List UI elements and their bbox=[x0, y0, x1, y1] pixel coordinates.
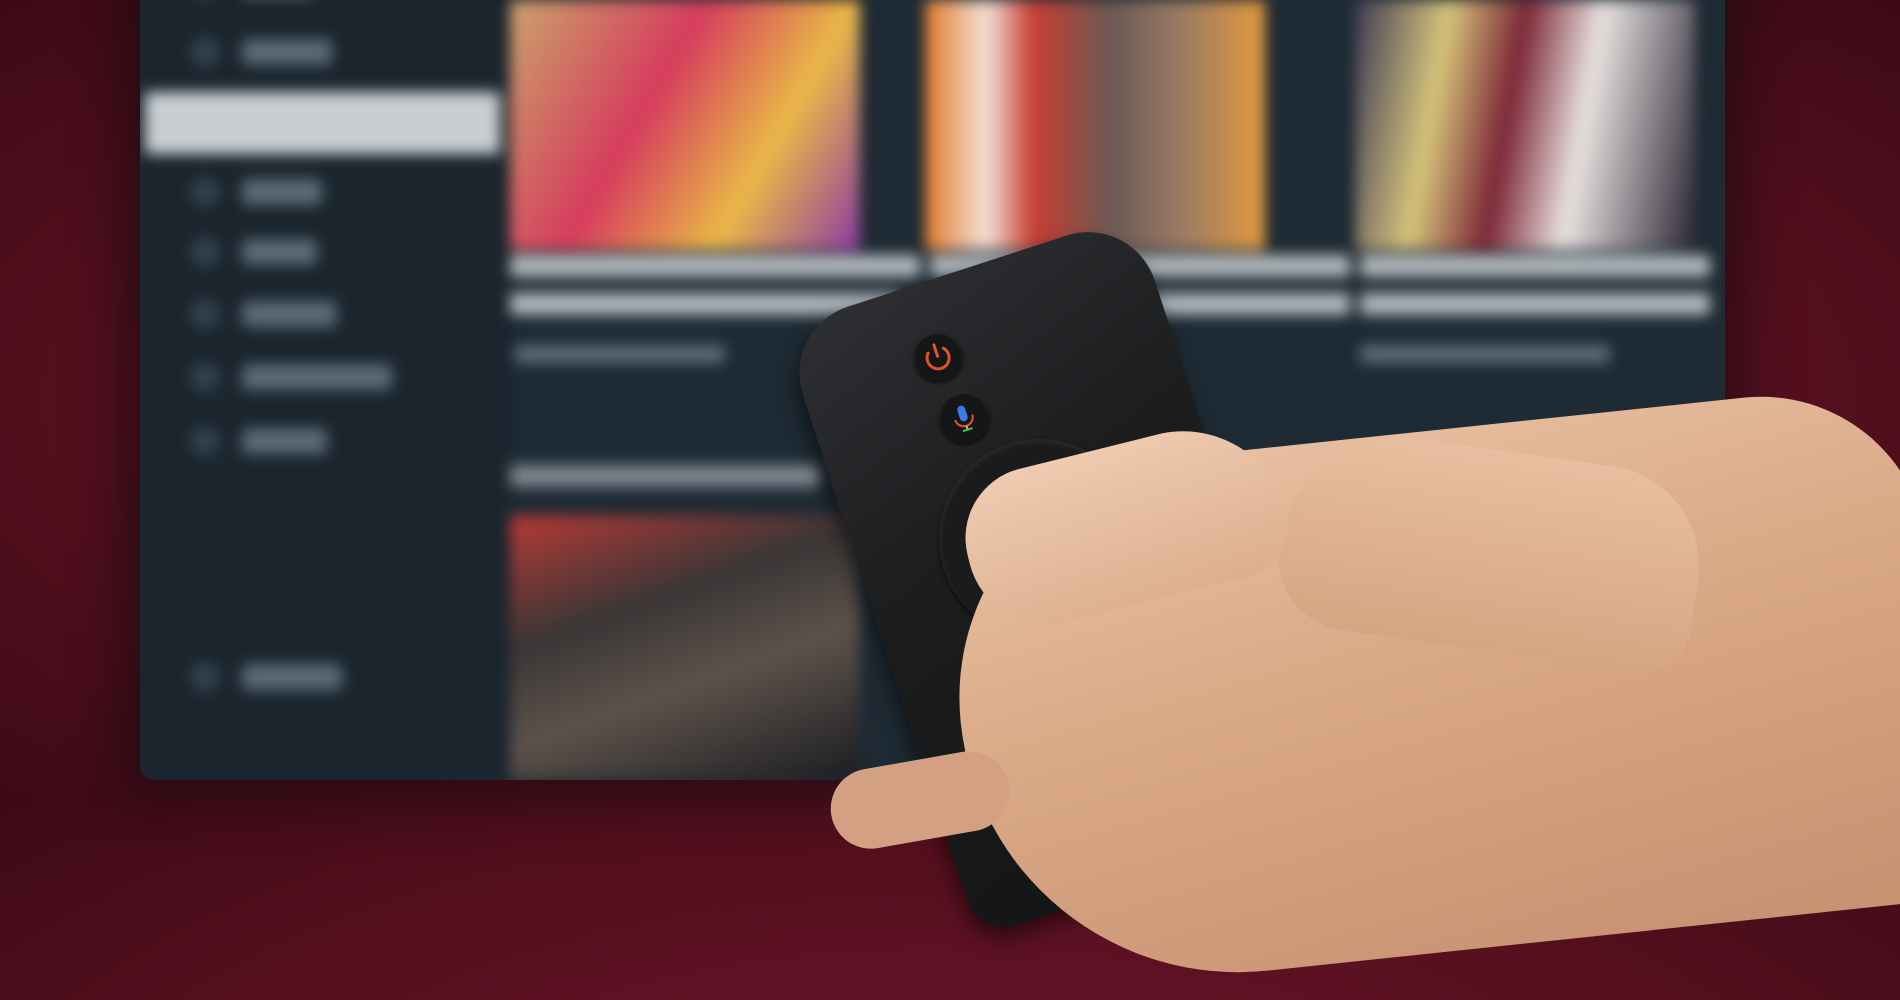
video-thumbnail bbox=[510, 515, 860, 780]
video-meta-line bbox=[1360, 345, 1610, 363]
video-title-line bbox=[1140, 293, 1350, 315]
video-title-line bbox=[510, 255, 920, 277]
video-title-line bbox=[1360, 255, 1710, 277]
video-thumbnail bbox=[925, 0, 1265, 250]
video-thumbnail bbox=[1355, 0, 1695, 250]
video-meta-line bbox=[515, 345, 725, 363]
microphone-icon bbox=[954, 405, 974, 433]
voice-button bbox=[930, 384, 997, 451]
power-icon bbox=[925, 343, 951, 371]
photo-scene: mi + bbox=[0, 0, 1900, 1000]
sidebar-item bbox=[190, 299, 337, 329]
sidebar-item bbox=[190, 362, 392, 392]
sidebar-item bbox=[190, 177, 322, 207]
sidebar-item bbox=[190, 662, 342, 692]
tv-sidebar bbox=[140, 0, 510, 780]
sidebar-item bbox=[190, 426, 327, 456]
sidebar-selected-item bbox=[145, 92, 500, 154]
sidebar-item bbox=[190, 237, 317, 267]
power-button bbox=[906, 324, 970, 388]
video-title-line bbox=[1360, 293, 1710, 315]
video-thumbnail bbox=[510, 0, 860, 250]
sidebar-item bbox=[190, 37, 332, 67]
row-heading bbox=[510, 465, 820, 487]
